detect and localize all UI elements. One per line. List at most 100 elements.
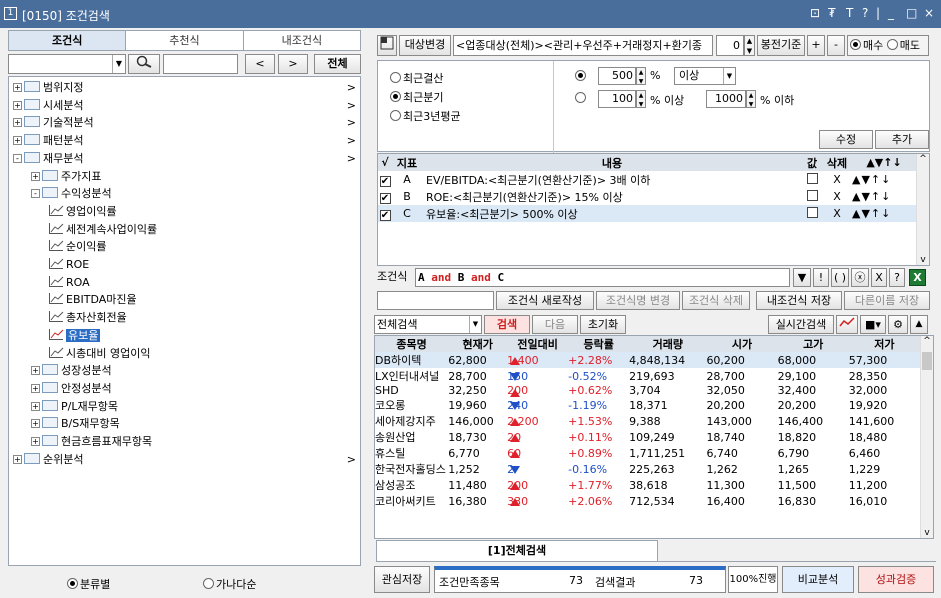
minus-button[interactable]: - bbox=[827, 35, 845, 56]
radio-by-category[interactable]: 분류별 bbox=[67, 576, 110, 592]
condition-name-input[interactable] bbox=[377, 291, 494, 310]
expand-icon[interactable]: + bbox=[31, 171, 40, 181]
expand-icon[interactable]: + bbox=[13, 454, 22, 464]
chevron-down-icon[interactable]: ▼ bbox=[112, 55, 125, 73]
gear-icon[interactable]: ⚙ bbox=[888, 315, 908, 334]
tree-node[interactable]: 총자산회전율 bbox=[49, 309, 358, 326]
expand-icon[interactable]: + bbox=[13, 83, 22, 92]
checkbox-checked[interactable]: ✔ bbox=[379, 192, 391, 204]
move-icons[interactable]: ▲▼↑↓ bbox=[852, 171, 916, 188]
expand-icon[interactable]: + bbox=[13, 118, 22, 128]
all-button[interactable]: 전체 bbox=[314, 54, 361, 74]
scroll-thumb[interactable] bbox=[922, 352, 932, 370]
close-icon[interactable]: × bbox=[924, 6, 934, 20]
spin-icon[interactable]: ▲ ▼ bbox=[636, 90, 646, 108]
expand-icon[interactable]: + bbox=[31, 383, 40, 393]
formula-dropdown-button[interactable]: ▼ bbox=[793, 268, 811, 287]
maximize-icon[interactable]: □ bbox=[906, 6, 917, 20]
chart-icon[interactable] bbox=[836, 315, 858, 334]
tree-node[interactable]: 영업이익률 bbox=[49, 203, 358, 220]
add-button[interactable]: 추가 bbox=[875, 130, 929, 149]
save-as-button[interactable]: 다른이름 저장 bbox=[844, 291, 930, 310]
collapse-icon[interactable]: ▲ bbox=[910, 315, 928, 334]
search-combo[interactable]: ▼ bbox=[8, 54, 126, 74]
chevron-down-icon[interactable]: ▼ bbox=[723, 68, 735, 84]
chevron-right-icon[interactable]: > bbox=[347, 150, 356, 167]
formula-clear-button[interactable]: X bbox=[871, 268, 887, 287]
radio-recent-quarter[interactable]: 최근분기 bbox=[390, 89, 443, 105]
spin-icon[interactable]: ▲ ▼ bbox=[746, 90, 756, 108]
target-text[interactable]: <업종대상(전체)><관리+우선주+거래정지+환기종 bbox=[453, 35, 713, 56]
radio-alphabetical[interactable]: 가나다순 bbox=[203, 576, 256, 592]
radio-recent-settlement[interactable]: 최근결산 bbox=[390, 70, 443, 86]
tree-node[interactable]: + 주가지표 bbox=[31, 168, 358, 185]
prev-button[interactable]: < bbox=[245, 54, 275, 74]
result-row[interactable]: 휴스틸 6,770 60 +0.89% 1,711,251 6,740 6,790 6,460 bbox=[375, 445, 920, 461]
tree-node[interactable]: 순이익률 bbox=[49, 238, 358, 255]
chevron-right-icon[interactable]: > bbox=[347, 114, 356, 131]
range-min-input[interactable]: 100 bbox=[598, 90, 636, 108]
threshold-input[interactable]: 500 bbox=[598, 67, 636, 85]
formula-not-button[interactable]: ! bbox=[813, 268, 829, 287]
tree-node[interactable]: + 성장성분석 bbox=[31, 362, 358, 379]
search-icon[interactable] bbox=[128, 54, 160, 74]
view-menu-icon[interactable]: ■▾ bbox=[860, 315, 886, 334]
tab-recommend[interactable]: 추천식 bbox=[126, 31, 244, 50]
tree-node[interactable]: + 안정성분석 bbox=[31, 380, 358, 397]
tree-node[interactable]: + 순위분석 > bbox=[13, 451, 358, 468]
result-row[interactable]: 한국전자홀딩스 1,252 2 -0.16% 225,263 1,262 1,265 1,22… bbox=[375, 461, 920, 477]
tree-node[interactable]: + B/S재무항목 bbox=[31, 415, 358, 432]
result-row[interactable]: 코리아써키트 16,380 330 +2.06% 712,534 16,400 16,830… bbox=[375, 493, 920, 509]
window-toggle-icon[interactable] bbox=[377, 35, 397, 56]
expand-icon[interactable]: + bbox=[31, 366, 40, 376]
expand-icon[interactable]: + bbox=[31, 401, 40, 411]
move-icons[interactable]: ▲▼↑↓ bbox=[852, 205, 916, 222]
plus-button[interactable]: + bbox=[807, 35, 825, 56]
tree-node[interactable]: + 시세분석 > bbox=[13, 97, 358, 114]
tree-node[interactable]: + P/L재무항목 bbox=[31, 398, 358, 415]
tree-node[interactable]: ROE bbox=[49, 256, 358, 273]
search-button[interactable]: 검색 bbox=[484, 315, 530, 334]
collapse-icon[interactable]: - bbox=[31, 189, 40, 199]
tree-node[interactable]: 시총대비 영업이익 bbox=[49, 345, 358, 362]
result-row[interactable]: 코오롱 19,960 240 -1.19% 18,371 20,200 20,200 19,9… bbox=[375, 397, 920, 413]
tree-node[interactable]: EBITDA마진율 bbox=[49, 291, 358, 308]
new-condition-button[interactable]: 조건식 새로작성 bbox=[496, 291, 594, 310]
results-scrollbar[interactable]: ^ v bbox=[920, 336, 933, 538]
delete-condition-button[interactable]: 조건식 삭제 bbox=[682, 291, 750, 310]
chevron-right-icon[interactable]: > bbox=[347, 79, 356, 96]
chevron-right-icon[interactable]: > bbox=[347, 132, 356, 149]
rename-condition-button[interactable]: 조건식명 변경 bbox=[596, 291, 680, 310]
result-row[interactable]: 세아제강지주 146,000 2,200 +1.53% 9,388 143,000 146,… bbox=[375, 413, 920, 429]
next-page-button[interactable]: 다음 bbox=[532, 315, 578, 334]
formula-help-button[interactable]: ? bbox=[889, 268, 905, 287]
value-checkbox[interactable] bbox=[806, 207, 818, 218]
formula-input[interactable]: A and B and C bbox=[415, 268, 790, 287]
tree-node[interactable]: - 재무분석 > bbox=[13, 150, 358, 167]
expand-icon[interactable]: + bbox=[31, 419, 40, 429]
expand-icon[interactable]: + bbox=[13, 100, 22, 110]
compare-select[interactable]: 이상 ▼ bbox=[674, 67, 736, 85]
condition-row[interactable]: ✔ C 유보율:<최근분기> 500% 이상 X ▲▼↑↓ bbox=[378, 205, 916, 222]
result-row[interactable]: DB하이텍 62,800 1,400 +2.28% 4,848,134 60,200 68,… bbox=[375, 352, 920, 368]
move-icons[interactable]: ▲▼↑↓ bbox=[852, 188, 916, 205]
result-row[interactable]: 송원산업 18,730 20 +0.11% 109,249 18,740 18,820 18,… bbox=[375, 429, 920, 445]
next-button[interactable]: > bbox=[278, 54, 308, 74]
formula-xor-button[interactable]: ⓧ bbox=[851, 268, 869, 287]
checkbox-checked[interactable]: ✔ bbox=[379, 209, 391, 221]
tree-node[interactable]: ROA bbox=[49, 274, 358, 291]
save-condition-button[interactable]: 내조건식 저장 bbox=[756, 291, 842, 310]
collapse-icon[interactable]: - bbox=[13, 153, 22, 163]
condition-row[interactable]: ✔ A EV/EBITDA:<최근분기(연환산기준)> 3배 이하 X ▲▼↑↓ bbox=[378, 171, 916, 188]
expand-icon[interactable]: + bbox=[31, 437, 40, 446]
range-max-input[interactable]: 1000 bbox=[706, 90, 746, 108]
layout-icon[interactable]: ⊡ bbox=[810, 6, 820, 20]
scroll-up-icon[interactable]: ^ bbox=[917, 154, 929, 164]
minimize-icon[interactable]: _ bbox=[888, 6, 894, 20]
radio-3yr-average[interactable]: 최근3년평균 bbox=[390, 108, 461, 124]
chevron-right-icon[interactable]: > bbox=[347, 451, 356, 468]
formula-paren-button[interactable]: ( ) bbox=[831, 268, 849, 287]
search-scope-select[interactable]: 전체검색 ▼ bbox=[374, 315, 482, 334]
search-input[interactable] bbox=[163, 54, 238, 74]
expand-icon[interactable]: + bbox=[13, 136, 22, 146]
